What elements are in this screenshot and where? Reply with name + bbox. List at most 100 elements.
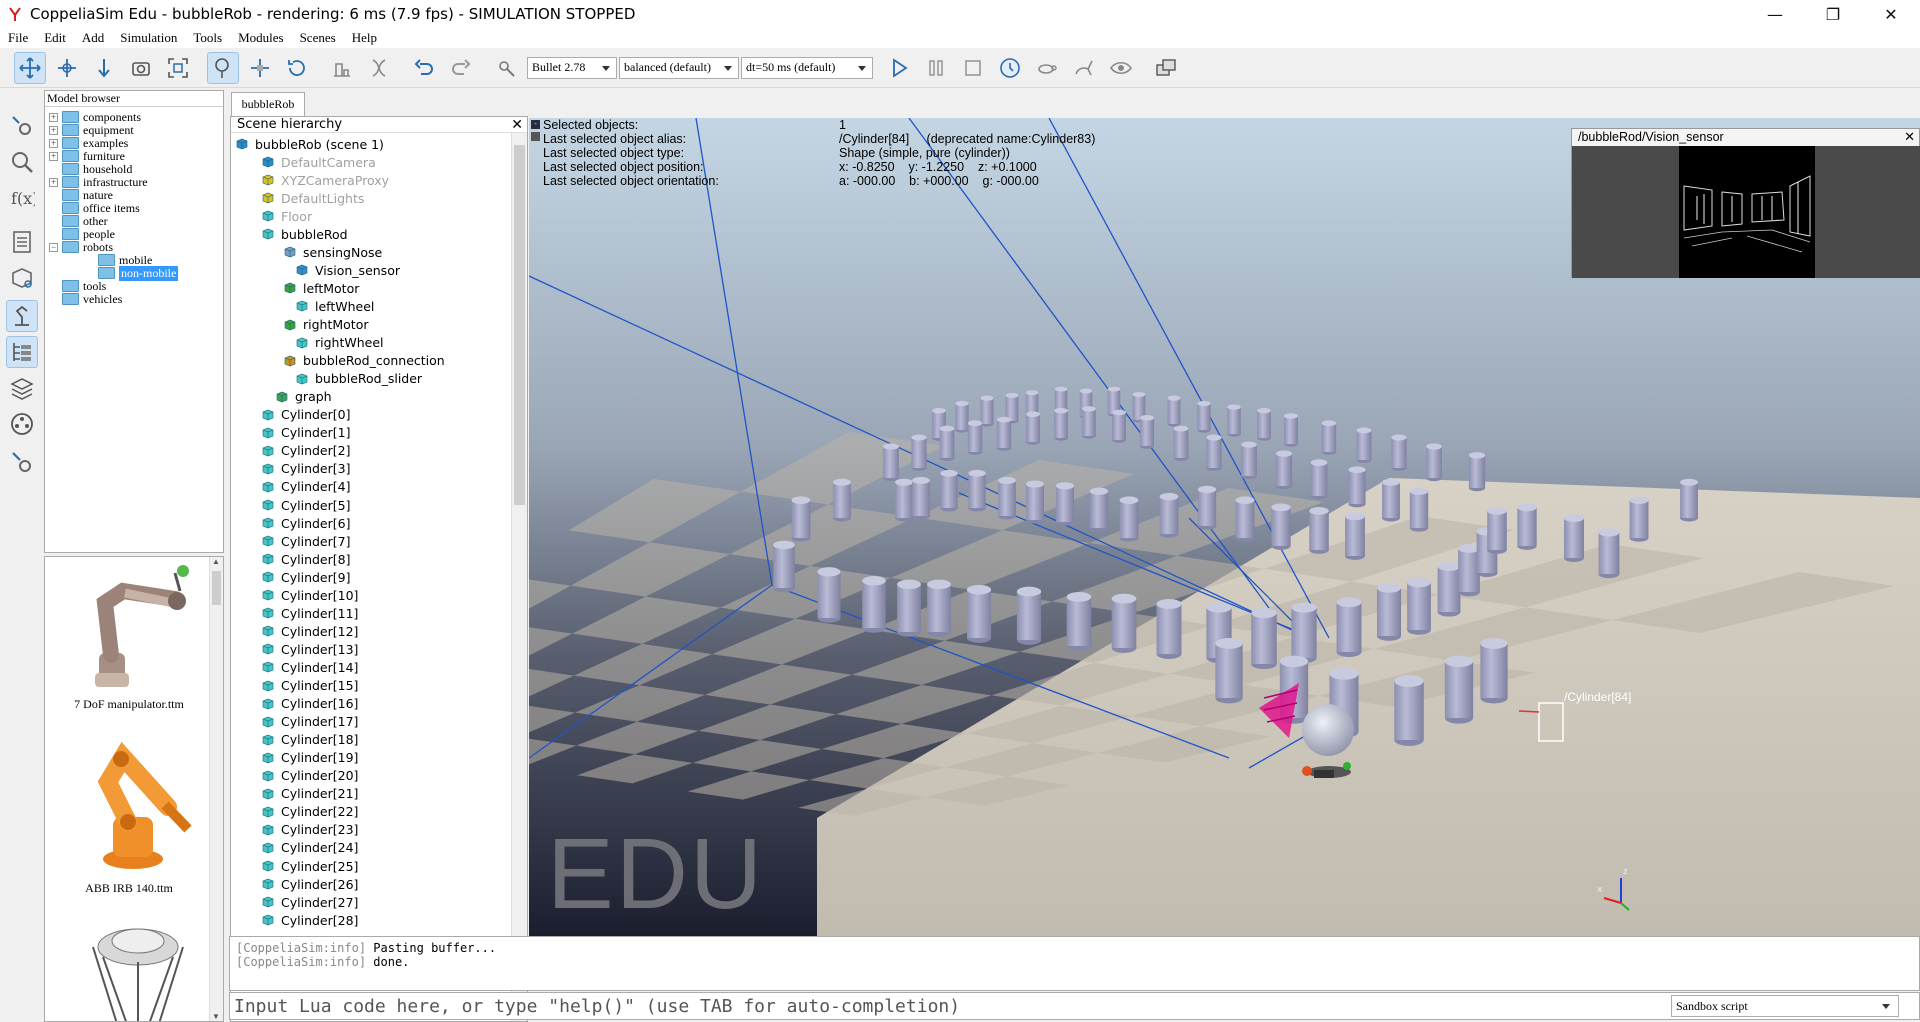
cylinder[interactable] xyxy=(1437,561,1461,617)
cylinder[interactable] xyxy=(1376,583,1402,641)
cylinder[interactable] xyxy=(895,478,913,522)
video-recorder-button[interactable] xyxy=(6,408,38,440)
cylinder[interactable] xyxy=(1111,593,1137,653)
bubblerob-body[interactable] xyxy=(1302,704,1354,756)
user-settings-button[interactable] xyxy=(6,226,38,258)
hierarchy-item[interactable]: rightWheel xyxy=(295,334,384,352)
cylinder[interactable] xyxy=(1598,528,1620,579)
hierarchy-item[interactable]: Cylinder[22] xyxy=(261,803,358,821)
slow-down-button[interactable] xyxy=(1031,52,1063,84)
hierarchy-item[interactable]: Cylinder[18] xyxy=(261,731,358,749)
hierarchy-item[interactable]: Cylinder[19] xyxy=(261,749,358,767)
transfer-dna-button[interactable] xyxy=(363,52,395,84)
info-toggle-button[interactable] xyxy=(531,132,540,141)
cylinder[interactable] xyxy=(967,420,983,455)
cylinder[interactable] xyxy=(998,476,1016,520)
cylinder[interactable] xyxy=(1112,409,1126,443)
toggle-visualization-button[interactable] xyxy=(1105,52,1137,84)
cylinder[interactable] xyxy=(1271,503,1291,550)
cylinder[interactable] xyxy=(1291,602,1317,664)
menu-simulation[interactable]: Simulation xyxy=(112,30,185,46)
camera-pan-button[interactable] xyxy=(14,51,46,84)
cylinder[interactable] xyxy=(1026,480,1044,524)
cylinder[interactable] xyxy=(1356,427,1372,463)
cylinder[interactable] xyxy=(1468,452,1486,492)
cylinder[interactable] xyxy=(1066,591,1092,651)
hierarchy-item[interactable]: Cylinder[9] xyxy=(261,568,350,586)
minimize-button[interactable]: — xyxy=(1746,0,1804,28)
hierarchy-item[interactable]: leftWheel xyxy=(295,297,374,315)
cylinder[interactable] xyxy=(1517,503,1537,550)
cylinder[interactable] xyxy=(1564,514,1584,562)
scrollbar-thumb[interactable] xyxy=(514,145,525,505)
physics-engine-select[interactable]: Bullet 2.78 xyxy=(527,56,617,79)
close-icon[interactable]: ✕ xyxy=(1904,129,1915,145)
hierarchy-item[interactable]: Cylinder[25] xyxy=(261,857,358,875)
info-collapse-button[interactable]: - xyxy=(531,120,540,129)
cylinder[interactable] xyxy=(1227,404,1241,437)
cylinder[interactable] xyxy=(897,579,921,637)
hierarchy-item[interactable]: Cylinder[14] xyxy=(261,658,358,676)
cylinder[interactable] xyxy=(912,476,930,520)
cylinder[interactable] xyxy=(1275,450,1293,490)
undo-button[interactable] xyxy=(408,52,440,84)
hierarchy-item[interactable]: rightMotor xyxy=(283,316,369,334)
cylinder[interactable] xyxy=(833,478,851,522)
hierarchy-item[interactable]: Cylinder[2] xyxy=(261,442,350,460)
cylinder[interactable] xyxy=(939,425,955,461)
cylinder[interactable] xyxy=(1680,478,1698,522)
cylinder[interactable] xyxy=(1016,586,1042,645)
hierarchy-item[interactable]: sensingNose xyxy=(283,243,382,261)
cylinder[interactable] xyxy=(1321,420,1337,455)
cylinder[interactable] xyxy=(1394,675,1424,746)
collapse-icon[interactable]: − xyxy=(49,242,58,252)
hierarchy-item[interactable]: Cylinder[17] xyxy=(261,713,358,731)
cylinder[interactable] xyxy=(1336,597,1362,657)
camera-rotate-button[interactable] xyxy=(51,52,83,84)
cylinder[interactable] xyxy=(980,395,994,427)
cylinder[interactable] xyxy=(817,567,841,623)
cylinder[interactable] xyxy=(911,434,927,472)
hierarchy-item[interactable]: Cylinder[7] xyxy=(261,532,350,550)
script-type-select[interactable]: Sandbox script xyxy=(1671,995,1899,1017)
speed-up-button[interactable] xyxy=(1068,52,1100,84)
thumbnails-scrollbar[interactable]: ▲ ▼ xyxy=(209,557,223,1021)
cylinder[interactable] xyxy=(996,416,1012,451)
hierarchy-item[interactable]: Cylinder[26] xyxy=(261,875,358,893)
scripts-button[interactable]: f(x) xyxy=(6,182,38,214)
cylinder[interactable] xyxy=(1197,485,1217,530)
close-icon[interactable]: ✕ xyxy=(511,117,523,133)
hierarchy-scrollbar[interactable] xyxy=(511,133,527,1021)
calculation-modules-button[interactable] xyxy=(6,146,38,178)
object-select-button[interactable] xyxy=(207,51,239,84)
cylinder[interactable] xyxy=(1055,482,1075,526)
hierarchy-item[interactable]: Cylinder[5] xyxy=(261,496,350,514)
expand-icon[interactable]: + xyxy=(49,151,58,161)
cylinder[interactable] xyxy=(1167,395,1181,427)
hierarchy-item[interactable]: Cylinder[4] xyxy=(261,478,350,496)
hierarchy-item[interactable]: Cylinder[3] xyxy=(261,460,350,478)
cylinder[interactable] xyxy=(1284,413,1298,447)
cylinder[interactable] xyxy=(1382,478,1400,522)
model-folder-item[interactable]: vehicles xyxy=(49,291,122,307)
scene-selector-button[interactable] xyxy=(1150,52,1182,84)
hierarchy-item[interactable]: XYZCameraProxy xyxy=(261,171,389,189)
cylinder[interactable] xyxy=(1309,507,1329,554)
cylinder[interactable] xyxy=(1215,637,1243,704)
start-simulation-button[interactable] xyxy=(883,52,915,84)
cylinder[interactable] xyxy=(1173,425,1189,461)
hierarchy-item[interactable]: Cylinder[23] xyxy=(261,821,358,839)
hierarchy-item[interactable]: Cylinder[13] xyxy=(261,640,358,658)
cylinder[interactable] xyxy=(1480,637,1508,704)
menu-help[interactable]: Help xyxy=(344,30,385,46)
expand-icon[interactable]: + xyxy=(49,177,58,187)
hierarchy-item[interactable]: Cylinder[16] xyxy=(261,695,358,713)
scene-hierarchy-toggle[interactable] xyxy=(6,336,38,368)
expand-icon[interactable]: + xyxy=(49,112,58,122)
cylinder[interactable] xyxy=(1082,406,1096,439)
hierarchy-item[interactable]: Vision_sensor xyxy=(295,261,400,279)
layers-button[interactable] xyxy=(6,372,38,404)
hierarchy-item[interactable]: Cylinder[6] xyxy=(261,514,350,532)
cylinder[interactable] xyxy=(1159,492,1179,538)
vision-sensor-view[interactable]: /bubbleRod/Vision_sensor ✕ xyxy=(1571,128,1920,278)
